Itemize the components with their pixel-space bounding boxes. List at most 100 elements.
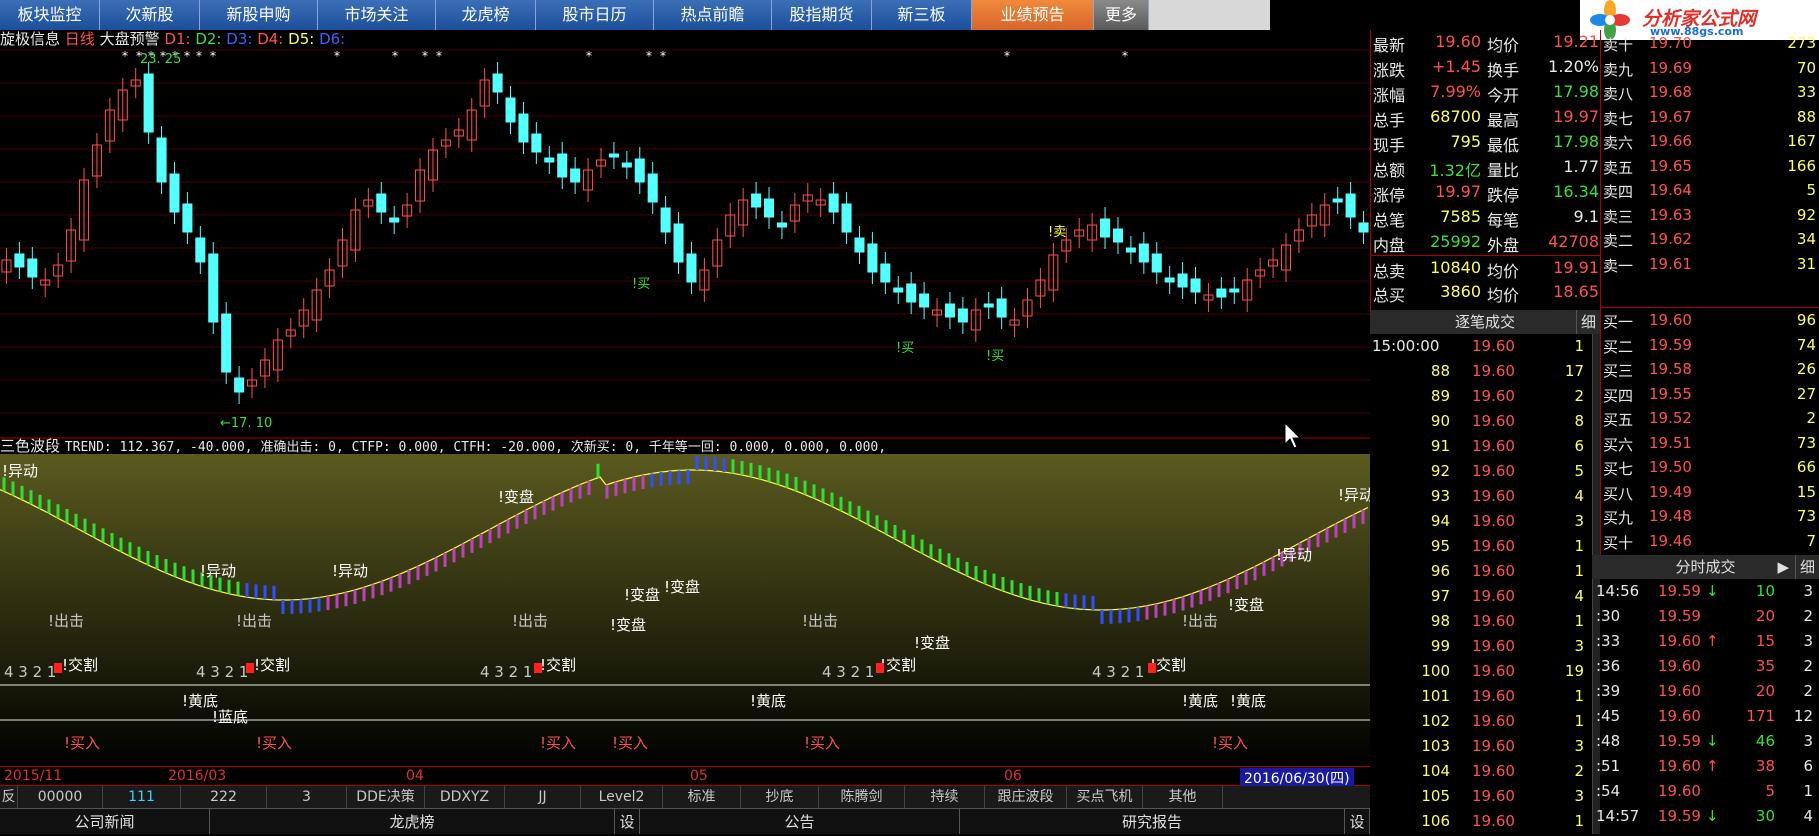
- info-bar-button[interactable]: 龙虎榜: [210, 809, 615, 834]
- nav-button[interactable]: 市场关注: [318, 0, 436, 30]
- indicator-tab[interactable]: Level2: [581, 786, 663, 808]
- info-bar-button[interactable]: 公告: [640, 809, 960, 834]
- candle-body[interactable]: [143, 73, 154, 133]
- buy-level-row[interactable]: 买一 19.60 96: [1601, 309, 1819, 334]
- nav-button[interactable]: 更多: [1094, 0, 1149, 30]
- buy-level-row[interactable]: 买九 19.48 73: [1601, 505, 1819, 530]
- nav-button[interactable]: 新股申购: [200, 0, 318, 30]
- candle-body[interactable]: [531, 133, 542, 153]
- info-bar-button[interactable]: 设: [615, 809, 640, 834]
- info-bar-button[interactable]: 设: [1345, 809, 1370, 834]
- indicator-tab[interactable]: 111: [103, 786, 181, 808]
- candle-body[interactable]: [1100, 218, 1111, 238]
- candle-body[interactable]: [169, 173, 180, 213]
- candle-body[interactable]: [1190, 278, 1201, 293]
- indicator-tab[interactable]: 3: [267, 786, 347, 808]
- sell-level-row[interactable]: 卖八 19.68 33: [1601, 81, 1819, 106]
- candle-body[interactable]: [195, 237, 206, 263]
- candle-body[interactable]: [751, 193, 762, 208]
- candle-body[interactable]: [1177, 273, 1188, 288]
- candle-body[interactable]: [996, 298, 1007, 318]
- sell-level-row[interactable]: 卖二 19.62 34: [1601, 228, 1819, 253]
- nav-button[interactable]: 股市日历: [536, 0, 654, 30]
- candle-body[interactable]: [14, 253, 25, 268]
- buy-level-row[interactable]: 买六 19.51 73: [1601, 432, 1819, 457]
- indicator-tab[interactable]: DDXYZ: [425, 786, 505, 808]
- candle-body[interactable]: [1151, 253, 1162, 273]
- sell-level-row[interactable]: 卖十 19.70 273: [1601, 32, 1819, 57]
- candle-body[interactable]: [1216, 288, 1227, 298]
- sell-level-row[interactable]: 卖五 19.65 166: [1601, 155, 1819, 180]
- candle-body[interactable]: [893, 287, 904, 293]
- candle-body[interactable]: [763, 198, 775, 218]
- candle-body[interactable]: [686, 253, 697, 283]
- candle-body[interactable]: [1112, 228, 1123, 243]
- candle-body[interactable]: [518, 113, 529, 143]
- nav-button[interactable]: 热点前瞻: [654, 0, 772, 30]
- candle-body[interactable]: [880, 263, 891, 283]
- kline-chart-svg[interactable]: * * * * * * * * * * * * * * * * *!异动!异动 !异动!异动!异动!变盘!变盘 !变…: [0, 30, 1370, 766]
- candle-body[interactable]: [983, 303, 994, 308]
- buy-level-row[interactable]: 买五 19.52 2: [1601, 407, 1819, 432]
- buy-level-row[interactable]: 买二 19.59 74: [1601, 334, 1819, 359]
- sell-level-row[interactable]: 卖六 19.66 167: [1601, 130, 1819, 155]
- nav-button[interactable]: 次新股: [100, 0, 200, 30]
- indicator-tab[interactable]: 陈腾剑: [819, 786, 905, 808]
- candle-body[interactable]: [505, 97, 516, 123]
- indicator-tab[interactable]: 跟庄波段: [985, 786, 1067, 808]
- sell-level-row[interactable]: 卖一 19.61 31: [1601, 253, 1819, 278]
- candle-body[interactable]: [1229, 288, 1240, 293]
- indicator-tab[interactable]: 抄底: [741, 786, 819, 808]
- indicator-tab[interactable]: 持续: [905, 786, 985, 808]
- candle-body[interactable]: [27, 258, 38, 278]
- kline-chart-area[interactable]: * * * * * * * * * * * * * * * * * !异动 !异动 !异动 !异动 !异动 !变盘 !变盘 !变…: [0, 30, 1370, 766]
- info-bar-button[interactable]: 研究报告: [960, 809, 1345, 834]
- candle-body[interactable]: [673, 223, 684, 263]
- candle-body[interactable]: [208, 253, 219, 323]
- sell-level-row[interactable]: 卖七 19.67 88: [1601, 106, 1819, 131]
- indicator-tab[interactable]: 222: [181, 786, 267, 808]
- candle-body[interactable]: [570, 168, 581, 183]
- candle-body[interactable]: [957, 308, 968, 323]
- indicator-tab[interactable]: 标准: [663, 786, 741, 808]
- candle-body[interactable]: [1332, 198, 1343, 203]
- buy-level-row[interactable]: 买十 19.46 7: [1601, 530, 1819, 555]
- nav-button[interactable]: 龙虎榜: [436, 0, 536, 30]
- candle-body[interactable]: [1125, 247, 1136, 253]
- candle-body[interactable]: [647, 173, 658, 203]
- candle-body[interactable]: [557, 153, 568, 178]
- candle-body[interactable]: [182, 203, 193, 233]
- buy-level-row[interactable]: 买四 19.55 27: [1601, 383, 1819, 408]
- nav-button[interactable]: 股指期货: [772, 0, 872, 30]
- candle-body[interactable]: [621, 162, 632, 168]
- candle-body[interactable]: [867, 243, 878, 273]
- buy-level-row[interactable]: 买八 19.49 15: [1601, 481, 1819, 506]
- buy-level-row[interactable]: 买三 19.58 26: [1601, 358, 1819, 383]
- indicator-title[interactable]: 三色波段: [0, 437, 60, 455]
- candle-body[interactable]: [376, 193, 387, 213]
- candle-body[interactable]: [1138, 243, 1149, 263]
- candle-body[interactable]: [389, 217, 400, 223]
- candle-body[interactable]: [1164, 277, 1175, 283]
- candle-body[interactable]: [156, 137, 167, 183]
- nav-button[interactable]: 业绩预告: [972, 0, 1094, 30]
- play-icon[interactable]: ▶: [1777, 555, 1789, 579]
- indicator-tab[interactable]: DDE决策: [347, 786, 425, 808]
- ticks-detail-button[interactable]: 细: [1575, 310, 1596, 334]
- sell-level-row[interactable]: 卖三 19.63 92: [1601, 204, 1819, 229]
- nav-button[interactable]: 新三板: [872, 0, 972, 30]
- indicator-tab[interactable]: 其他: [1143, 786, 1223, 808]
- candle-body[interactable]: [906, 283, 917, 303]
- candle-body[interactable]: [660, 207, 671, 233]
- candle-body[interactable]: [919, 293, 930, 308]
- candle-body[interactable]: [828, 193, 839, 213]
- indicator-tab[interactable]: 00000: [18, 786, 103, 808]
- candle-body[interactable]: [1358, 222, 1369, 233]
- indicator-tab[interactable]: JJ: [505, 786, 581, 808]
- candle-body[interactable]: [841, 203, 852, 233]
- candle-body[interactable]: [1345, 193, 1356, 218]
- sell-level-row[interactable]: 卖四 19.64 5: [1601, 179, 1819, 204]
- buy-level-row[interactable]: 买七 19.50 66: [1601, 456, 1819, 481]
- candle-body[interactable]: [492, 73, 503, 93]
- candle-body[interactable]: [944, 303, 955, 318]
